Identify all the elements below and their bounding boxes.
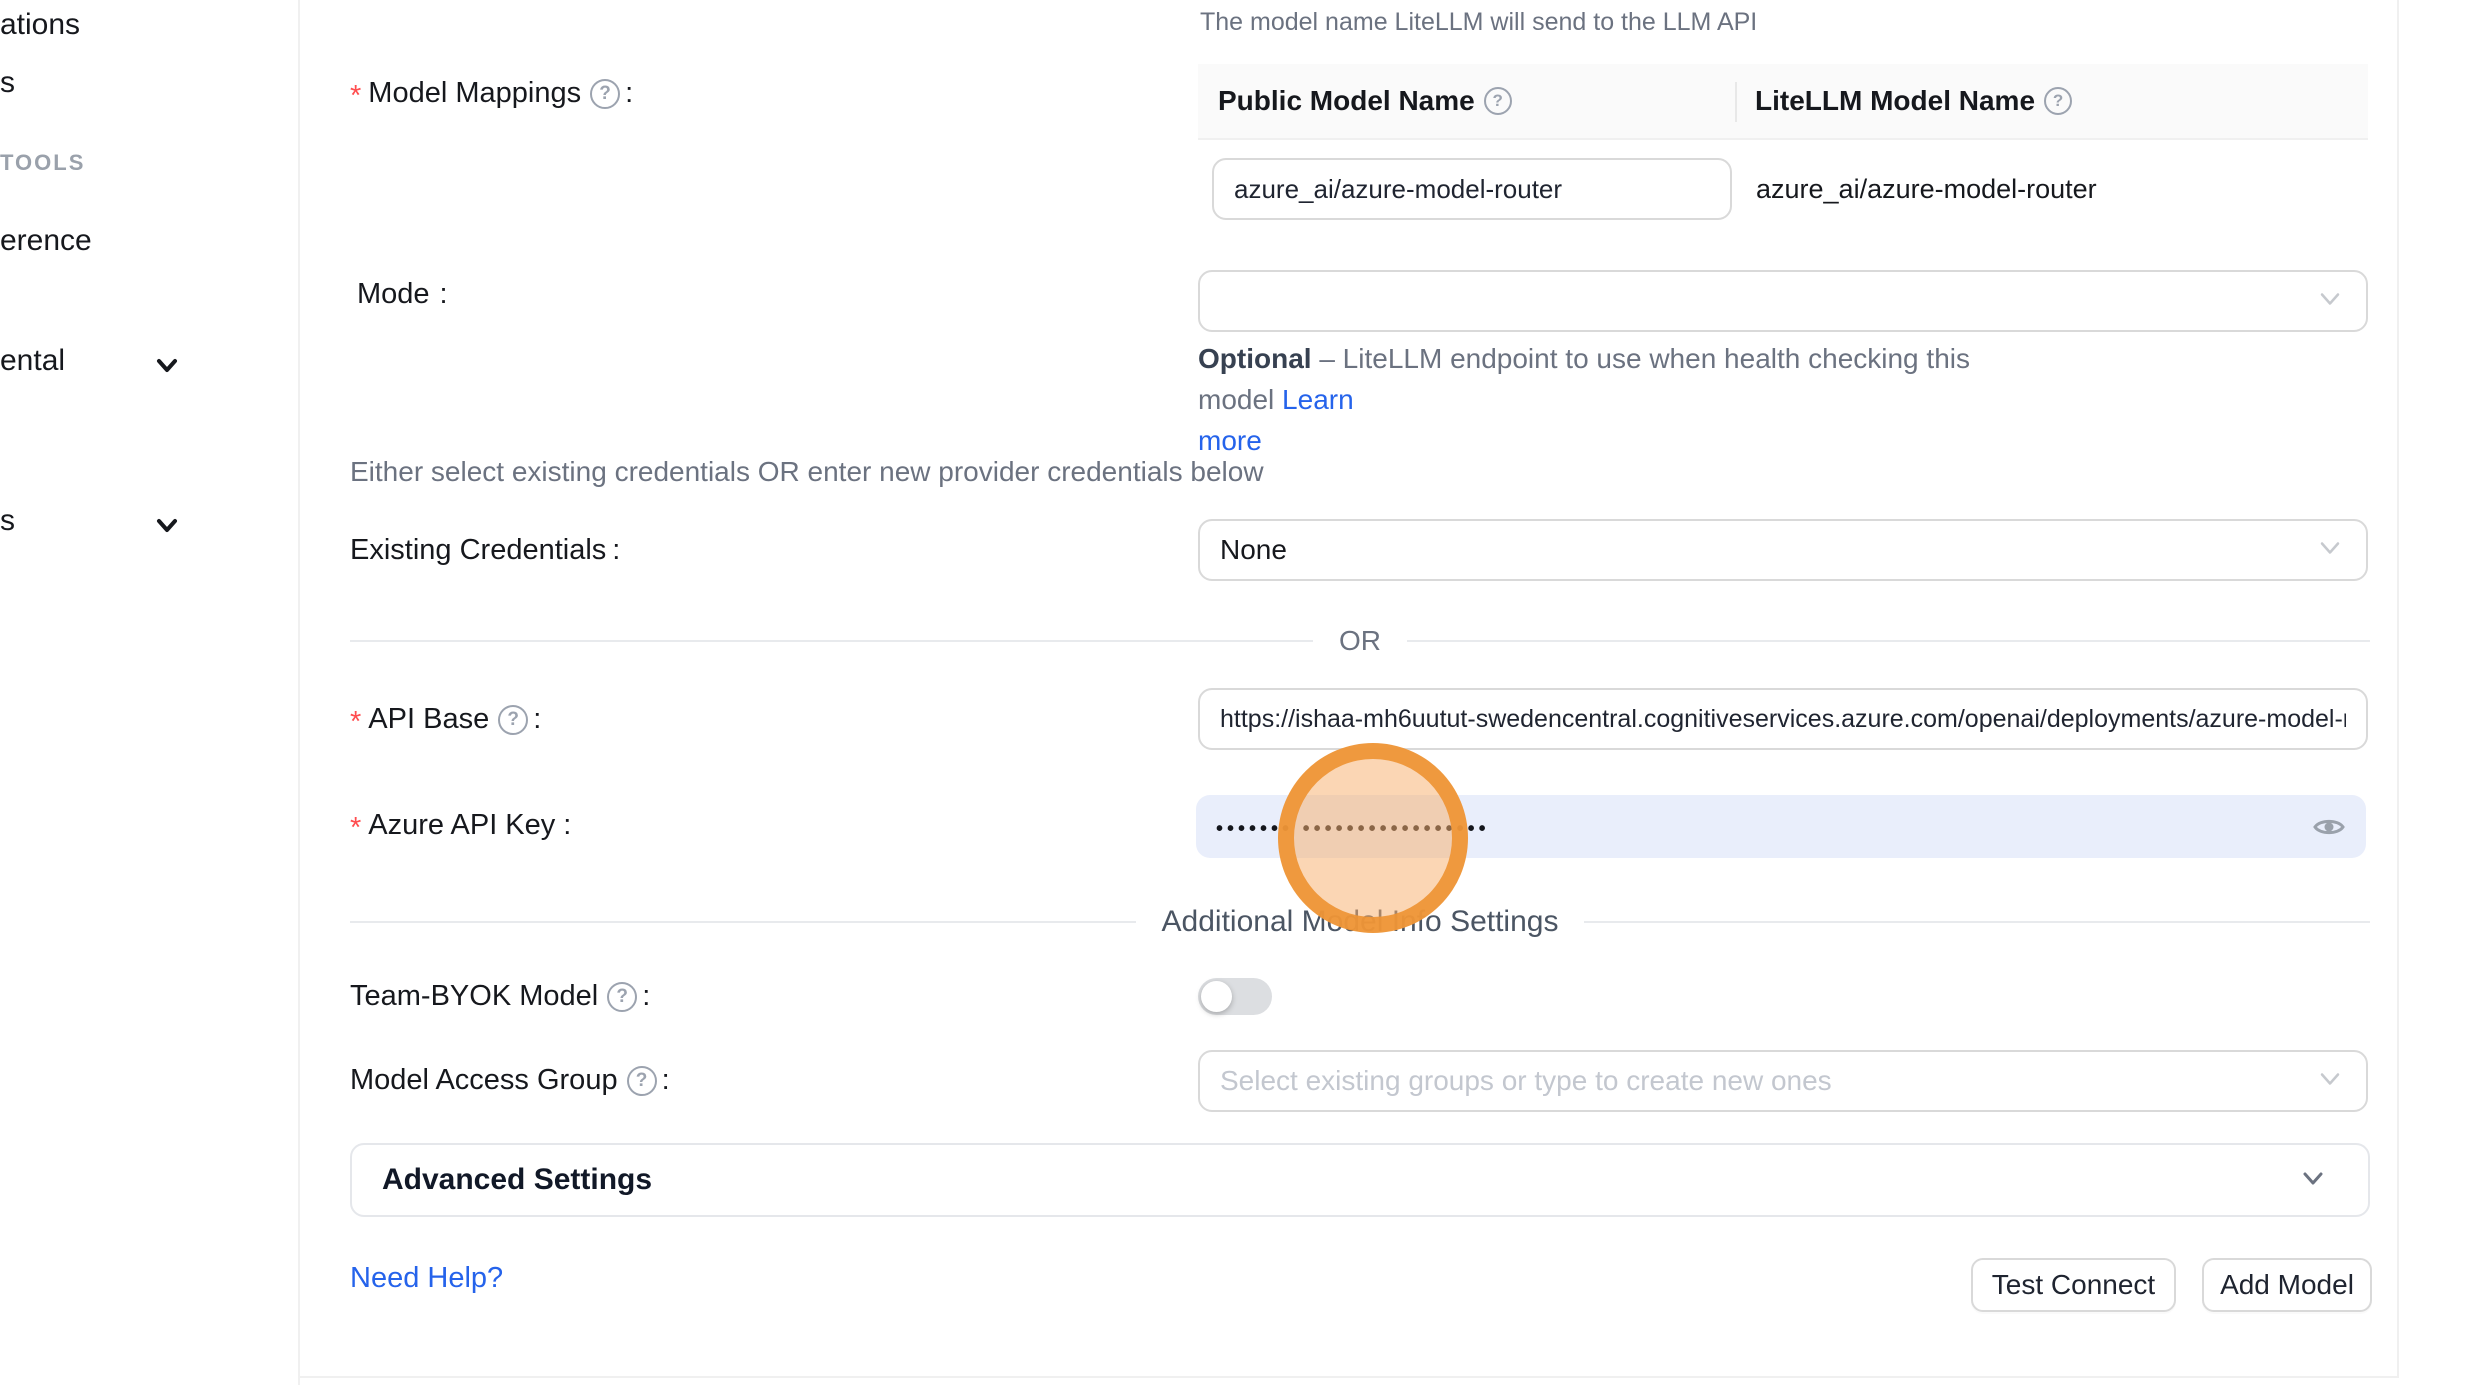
question-circle-icon[interactable]: ? bbox=[498, 705, 528, 735]
chevron-down-icon bbox=[152, 510, 182, 548]
chevron-down-icon bbox=[152, 350, 182, 388]
team-byok-toggle[interactable] bbox=[1198, 978, 1272, 1015]
table-row: azure_ai/azure-model-router bbox=[1198, 140, 2368, 242]
mode-label: Mode : bbox=[357, 278, 448, 311]
or-divider: OR bbox=[350, 625, 2370, 657]
test-connect-button[interactable]: Test Connect bbox=[1971, 1258, 2176, 1312]
mode-select[interactable] bbox=[1198, 270, 2368, 332]
click-highlight-circle bbox=[1278, 743, 1468, 933]
model-mappings-label: * Model Mappings ? : bbox=[350, 74, 633, 113]
public-model-name-input[interactable] bbox=[1212, 158, 1732, 220]
existing-credentials-select[interactable]: None bbox=[1198, 519, 2368, 581]
sidebar-item-expandable[interactable]: s bbox=[0, 504, 15, 538]
model-mappings-table: Public Model Name ? LiteLLM Model Name ?… bbox=[1198, 64, 2368, 242]
sidebar-item[interactable]: ations bbox=[0, 8, 80, 42]
chevron-down-icon bbox=[2298, 1163, 2328, 1198]
existing-credentials-label: Existing Credentials : bbox=[350, 534, 620, 567]
sidebar-item-label: ental bbox=[0, 344, 65, 377]
need-help-link[interactable]: Need Help? bbox=[350, 1262, 503, 1295]
model-access-group-label: Model Access Group ? : bbox=[350, 1064, 670, 1097]
header-divider bbox=[1735, 82, 1737, 122]
divider-line bbox=[350, 921, 1136, 923]
team-byok-label: Team-BYOK Model ? : bbox=[350, 980, 650, 1013]
table-header-row: Public Model Name ? LiteLLM Model Name ? bbox=[1198, 64, 2368, 140]
question-circle-icon[interactable]: ? bbox=[2044, 87, 2072, 115]
required-mark: * bbox=[350, 812, 361, 845]
api-base-input[interactable] bbox=[1198, 688, 2368, 750]
required-mark: * bbox=[350, 706, 361, 739]
chevron-down-icon bbox=[2316, 1065, 2344, 1098]
divider-line bbox=[350, 640, 1313, 642]
public-model-name-header: Public Model Name ? bbox=[1198, 85, 1735, 117]
eye-icon[interactable] bbox=[2312, 810, 2346, 844]
advanced-settings-panel[interactable]: Advanced Settings bbox=[350, 1143, 2370, 1217]
credentials-note: Either select existing credentials OR en… bbox=[350, 456, 1264, 488]
divider-line bbox=[1584, 921, 2370, 923]
model-access-group-select[interactable]: Select existing groups or type to create… bbox=[1198, 1050, 2368, 1112]
azure-api-key-label: * Azure API Key : bbox=[350, 806, 571, 845]
sidebar-item-expandable[interactable]: ental bbox=[0, 344, 65, 378]
mode-hint: Optional – LiteLLM endpoint to use when … bbox=[1198, 338, 2038, 461]
add-model-page: ations s TOOLS erence ental s The model … bbox=[0, 0, 2477, 1385]
model-mapping-hint: The model name LiteLLM will send to the … bbox=[1200, 8, 1757, 37]
chevron-down-icon bbox=[2316, 534, 2344, 567]
litellm-model-name-value: azure_ai/azure-model-router bbox=[1732, 174, 2368, 205]
question-circle-icon[interactable]: ? bbox=[590, 79, 620, 109]
divider-line bbox=[1407, 640, 2370, 642]
sidebar-item[interactable]: erence bbox=[0, 224, 92, 258]
add-model-button[interactable]: Add Model bbox=[2202, 1258, 2372, 1312]
question-circle-icon[interactable]: ? bbox=[627, 1066, 657, 1096]
required-mark: * bbox=[350, 80, 361, 113]
toggle-knob bbox=[1201, 981, 1232, 1012]
sidebar-item[interactable]: s bbox=[0, 66, 15, 100]
sidebar-item-label: s bbox=[0, 504, 15, 537]
sidebar-section-label: TOOLS bbox=[0, 150, 85, 176]
question-circle-icon[interactable]: ? bbox=[1484, 87, 1512, 115]
api-base-label: * API Base ? : bbox=[350, 700, 541, 739]
chevron-down-icon bbox=[2316, 285, 2344, 318]
litellm-model-name-header: LiteLLM Model Name ? bbox=[1735, 85, 2368, 117]
main-form: The model name LiteLLM will send to the … bbox=[300, 0, 2399, 1378]
sidebar: ations s TOOLS erence ental s bbox=[0, 0, 300, 1385]
question-circle-icon[interactable]: ? bbox=[607, 982, 637, 1012]
